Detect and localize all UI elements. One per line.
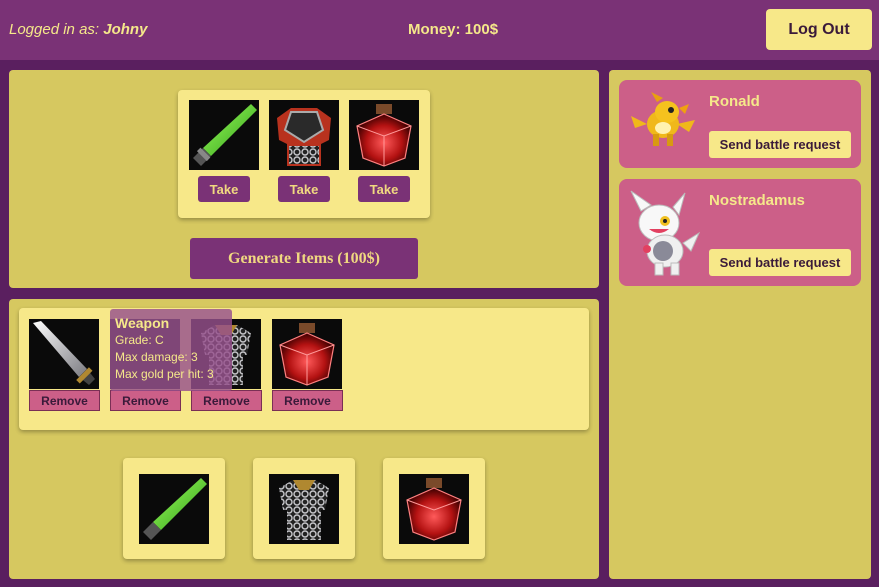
tooltip-grade: Grade: C	[115, 333, 164, 347]
green-sword-icon[interactable]	[189, 100, 259, 170]
remove-button[interactable]: Remove	[29, 390, 100, 411]
logged-in-prefix: Logged in as:	[9, 21, 100, 38]
generate-items-button[interactable]: Generate Items (100$)	[190, 238, 418, 279]
tooltip-max-damage: Max damage: 3	[115, 350, 198, 364]
white-creature-avatar	[625, 189, 701, 283]
green-sword-icon	[139, 474, 209, 544]
red-armor-icon[interactable]	[269, 100, 339, 170]
money-display: Money: 100$	[408, 21, 499, 38]
send-battle-request-button[interactable]: Send battle request	[709, 249, 851, 276]
yellow-creature-avatar	[627, 90, 699, 154]
tooltip-max-gold: Max gold per hit: 3	[115, 367, 214, 381]
logout-button[interactable]: Log Out	[766, 9, 872, 50]
remove-button[interactable]: Remove	[272, 390, 343, 411]
equipment-slot-potion[interactable]	[383, 458, 485, 559]
player-card: Ronald Send battle request	[619, 80, 861, 168]
equipment-slot-armor[interactable]	[253, 458, 355, 559]
remove-button[interactable]: Remove	[110, 390, 181, 411]
take-button[interactable]: Take	[358, 176, 410, 202]
username: Johny	[103, 21, 148, 38]
item-tooltip: Weapon Grade: C Max damage: 3 Max gold p…	[110, 309, 232, 391]
take-button[interactable]: Take	[198, 176, 250, 202]
steel-sword-icon[interactable]	[29, 319, 99, 389]
send-battle-request-button[interactable]: Send battle request	[709, 131, 851, 158]
red-potion-icon[interactable]	[272, 319, 342, 389]
red-potion-icon	[399, 474, 469, 544]
login-status: Logged in as: Johny	[9, 21, 147, 38]
player-name: Ronald	[709, 93, 760, 110]
player-card: Nostradamus Send battle request	[619, 179, 861, 286]
remove-button[interactable]: Remove	[191, 390, 262, 411]
player-name: Nostradamus	[709, 192, 805, 209]
red-potion-icon[interactable]	[349, 100, 419, 170]
tooltip-title: Weapon	[115, 315, 170, 331]
chainmail-icon	[269, 474, 339, 544]
equipment-slot-weapon[interactable]	[123, 458, 225, 559]
top-bar: Logged in as: Johny Money: 100$ Log Out	[0, 0, 879, 60]
take-button[interactable]: Take	[278, 176, 330, 202]
